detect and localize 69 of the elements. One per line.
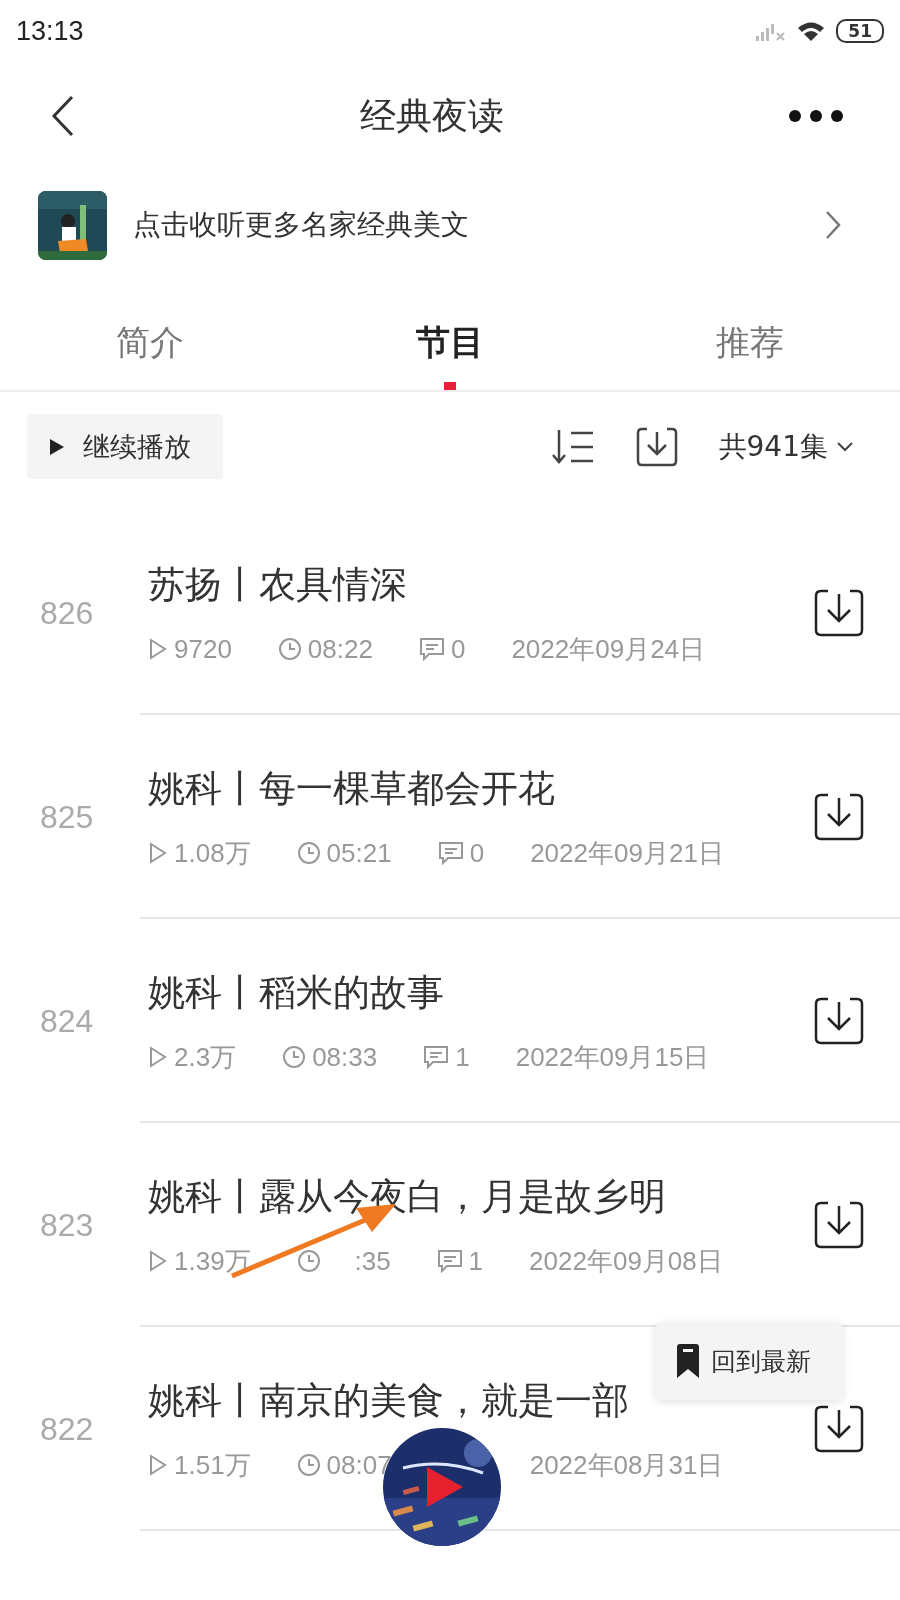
download-icon[interactable] bbox=[814, 997, 864, 1045]
comment-icon bbox=[423, 1045, 450, 1069]
episode-row[interactable]: 824 姚科丨稻米的故事 2.3万 08:33 1 2022年09月15日 bbox=[0, 919, 900, 1123]
duration: 08:33 bbox=[312, 1041, 378, 1073]
episode-number: 825 bbox=[39, 798, 95, 836]
tab[interactable]: 推荐 bbox=[600, 300, 900, 390]
play-count-icon bbox=[148, 1250, 168, 1272]
comment-icon bbox=[418, 637, 445, 661]
episode-number: 823 bbox=[39, 1206, 95, 1244]
episode-title: 姚科丨南京的美食，就是一部 bbox=[148, 1377, 629, 1424]
banner[interactable]: 点击收听更多名家经典美文 bbox=[0, 190, 900, 260]
comment-count: 1 bbox=[455, 1041, 470, 1073]
play-icon bbox=[49, 437, 65, 456]
comment-icon bbox=[436, 1249, 463, 1273]
episode-number: 824 bbox=[39, 1002, 95, 1040]
episode-number: 822 bbox=[39, 1410, 95, 1448]
battery-indicator: 51 bbox=[836, 19, 884, 43]
comment-count: 0 bbox=[450, 633, 466, 665]
play-count: 1.08万 bbox=[174, 836, 251, 870]
more-icon[interactable] bbox=[788, 109, 844, 123]
back-to-latest-button[interactable]: 回到最新 bbox=[655, 1322, 843, 1400]
play-count: 2.3万 bbox=[174, 1040, 237, 1074]
banner-text: 点击收听更多名家经典美文 bbox=[133, 207, 470, 243]
sort-icon[interactable] bbox=[550, 427, 595, 466]
episode-title: 姚科丨稻米的故事 bbox=[148, 969, 444, 1016]
bookmark-icon bbox=[675, 1343, 701, 1379]
comment-count: 0 bbox=[469, 837, 485, 869]
play-count: 9720 bbox=[174, 633, 232, 665]
continue-play-button[interactable]: 继续播放 bbox=[27, 414, 223, 479]
clock-icon bbox=[296, 1249, 321, 1273]
wifi-icon bbox=[796, 20, 827, 42]
comment-icon bbox=[437, 841, 464, 865]
tab[interactable]: 节目 bbox=[300, 300, 600, 390]
play-count-icon bbox=[148, 842, 168, 864]
download-icon[interactable] bbox=[814, 589, 864, 637]
clock-icon bbox=[282, 1045, 307, 1069]
download-icon[interactable] bbox=[814, 1405, 864, 1453]
back-icon[interactable] bbox=[50, 95, 76, 137]
play-count: 1.51万 bbox=[174, 1448, 251, 1482]
duration: 08:22 bbox=[307, 633, 373, 665]
publish-date: 2022年09月24日 bbox=[511, 632, 706, 666]
clock-icon bbox=[277, 637, 302, 661]
publish-date: 2022年09月08日 bbox=[529, 1244, 723, 1278]
publish-date: 2022年08月31日 bbox=[529, 1448, 724, 1482]
chevron-right-icon bbox=[824, 210, 842, 240]
page-title: 经典夜读 bbox=[360, 93, 504, 138]
episode-title: 姚科丨每一棵草都会开花 bbox=[148, 765, 555, 812]
status-time: 13:13 bbox=[16, 15, 84, 47]
play-count-icon bbox=[148, 1046, 168, 1068]
play-count-icon bbox=[148, 638, 168, 660]
episode-count-dropdown[interactable]: 共941集 bbox=[718, 427, 854, 466]
duration: :35 bbox=[353, 1245, 391, 1277]
episode-title: 苏扬丨农具情深 bbox=[148, 561, 407, 608]
episode-number: 826 bbox=[39, 594, 95, 632]
download-icon[interactable] bbox=[814, 793, 864, 841]
clock-icon bbox=[296, 1453, 321, 1477]
download-icon[interactable] bbox=[814, 1201, 864, 1249]
tab[interactable]: 简介 bbox=[0, 300, 300, 390]
publish-date: 2022年09月21日 bbox=[530, 836, 724, 870]
clock-icon bbox=[296, 841, 321, 865]
chevron-down-icon bbox=[836, 440, 854, 453]
episode-row[interactable]: 825 姚科丨每一棵草都会开花 1.08万 05:21 0 2022年09月21日 bbox=[0, 715, 900, 919]
download-icon[interactable] bbox=[634, 425, 679, 468]
episode-row[interactable]: 826 苏扬丨农具情深 9720 08:22 0 2022年09月24日 bbox=[0, 511, 900, 715]
duration: 05:21 bbox=[326, 837, 392, 869]
publish-date: 2022年09月15日 bbox=[515, 1040, 710, 1074]
comment-count: 1 bbox=[468, 1245, 484, 1277]
play-icon[interactable] bbox=[425, 1465, 465, 1509]
play-count-icon bbox=[148, 1454, 168, 1476]
